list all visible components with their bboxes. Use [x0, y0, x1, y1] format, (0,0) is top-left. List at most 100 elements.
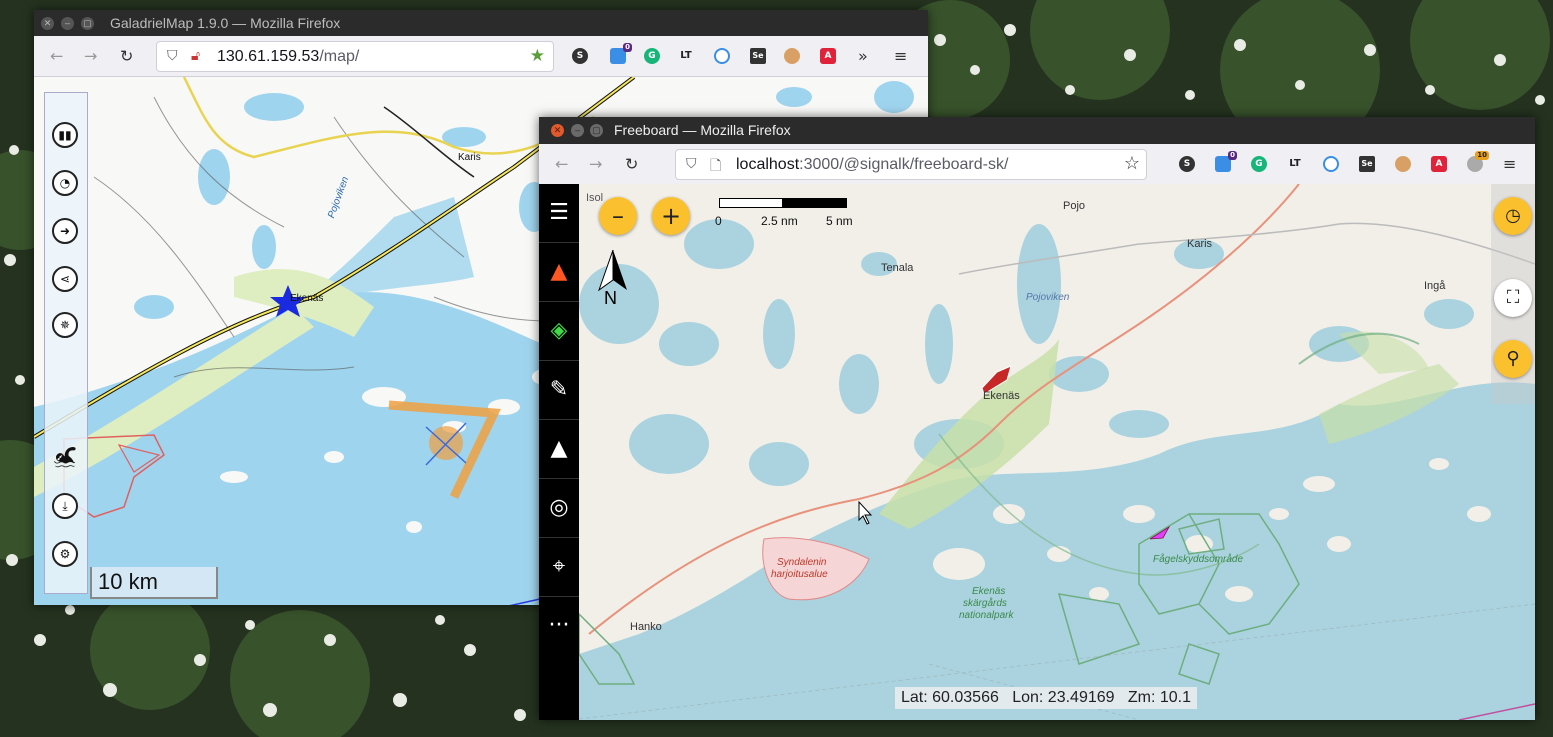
extension-monkey-icon[interactable]	[1395, 156, 1411, 172]
close-icon[interactable]: ✕	[551, 124, 564, 137]
reload-icon[interactable]: ↻	[625, 155, 638, 174]
map-label-isol: Isol	[586, 192, 604, 204]
desktop: ✕ – ▢ GaladrielMap 1.9.0 — Mozilla Firef…	[0, 0, 1553, 737]
navigation-arrow-icon[interactable]: ▲	[539, 420, 579, 479]
freeboard-toolbar: ← → ↻ ⛉ 🗋︎ localhost:3000/@signalk/freeb…	[539, 144, 1535, 185]
extension-monkey-icon[interactable]	[784, 48, 800, 64]
extension-badge: 0	[623, 43, 632, 52]
map-label-hanko: Hanko	[630, 621, 662, 633]
scale-tick-1: 2.5 nm	[761, 214, 798, 228]
url-text[interactable]: localhost:3000/@signalk/freeboard-sk/	[736, 156, 1008, 174]
extension-notify-icon[interactable]: 0	[1215, 151, 1237, 172]
focus-screen-icon[interactable]: ⌖	[539, 538, 579, 597]
forward-icon[interactable]: →	[84, 47, 97, 66]
zoom-in-button[interactable]: +	[652, 197, 690, 235]
insecure-lock-icon[interactable]: 🔓︎	[191, 47, 200, 64]
layers-icon[interactable]: ▮▮	[52, 122, 78, 148]
maximize-icon[interactable]: ▢	[590, 124, 603, 137]
galadriel-titlebar[interactable]: ✕ – ▢ GaladrielMap 1.9.0 — Mozilla Firef…	[34, 10, 928, 36]
extension-a-icon[interactable]: A	[1431, 156, 1447, 172]
center-vessel-icon[interactable]: ◎	[539, 479, 579, 538]
hamburger-menu-icon[interactable]: ≡	[894, 47, 907, 66]
reload-icon[interactable]: ↻	[120, 47, 133, 66]
map-label-pojoviken: Pojoviken	[1026, 292, 1070, 303]
freeboard-titlebar[interactable]: ✕ – ▢ Freeboard — Mozilla Firefox	[539, 117, 1535, 144]
swimmer-icon[interactable]: 🏊︎	[52, 445, 77, 469]
map-label-karis: Karis	[1187, 238, 1213, 250]
map-label-ekenas: Ekenäs	[983, 390, 1020, 402]
extension-selenium-icon[interactable]: Se	[1359, 156, 1375, 172]
zoom-out-button[interactable]: –	[599, 197, 637, 235]
longitude-readout: Lon: 23.49169	[1012, 689, 1115, 706]
extension-notify-icon[interactable]: 0	[610, 43, 632, 64]
extension-s-icon[interactable]: S	[572, 48, 588, 64]
scale-tick-2: 5 nm	[826, 214, 853, 228]
fullscreen-icon[interactable]: ⛶	[1494, 279, 1532, 317]
layers-icon[interactable]: ◈	[539, 302, 579, 361]
minimize-icon[interactable]: –	[571, 124, 584, 137]
map-label-harjoitusalue: harjoitusalue	[771, 569, 828, 580]
hamburger-menu-icon[interactable]: ≡	[1503, 155, 1516, 174]
latitude-readout: Lat: 60.03566	[901, 689, 999, 706]
edit-pencil-icon[interactable]: ✎	[539, 361, 579, 420]
download-icon[interactable]: ⤓	[52, 493, 78, 519]
osm-map-graphics	[579, 184, 1535, 720]
bookmark-star-icon[interactable]: ★	[530, 46, 545, 66]
map-label-karis: Karis	[458, 152, 481, 163]
map-label-skargards: skärgårds	[963, 598, 1007, 609]
alarm-warning-icon[interactable]: ▲	[539, 243, 579, 302]
page-icon[interactable]: 🗋︎	[710, 155, 721, 179]
map-label-tenala: Tenala	[881, 262, 914, 274]
map-label-pojo: Pojo	[1063, 200, 1086, 212]
add-waypoint-icon[interactable]: ⚲	[1494, 340, 1532, 378]
forward-icon[interactable]: →	[589, 155, 602, 174]
extension-a-icon[interactable]: A	[820, 48, 836, 64]
extension-grammarly-icon[interactable]: G	[1251, 156, 1267, 172]
map-label-ekenas: Ekenäs	[290, 293, 324, 304]
share-icon[interactable]: ⋖	[52, 266, 78, 292]
freeboard-sidebar: ☰ ▲ ◈ ✎ ▲ ◎ ⌖ ···	[539, 184, 579, 720]
url-bar[interactable]: ⛉ 🔓︎ 130.61.159.53/map/ ★	[156, 41, 554, 72]
map-label-syndalenin: Syndalenin	[777, 557, 827, 568]
extension-s-icon[interactable]: S	[1179, 156, 1195, 172]
compass-icon[interactable]: ✵	[52, 312, 78, 338]
close-icon[interactable]: ✕	[41, 16, 54, 30]
freeboard-window: ✕ – ▢ Freeboard — Mozilla Firefox ← → ↻ …	[539, 117, 1535, 720]
url-bar[interactable]: ⛉ 🗋︎ localhost:3000/@signalk/freeboard-s…	[675, 149, 1147, 180]
scale-bar-graphic	[719, 198, 847, 208]
bookmark-star-icon[interactable]: ☆	[1124, 153, 1140, 174]
freeboard-map[interactable]: – + 0 2.5 nm 5 nm N Isol Pojo Karis Tena…	[579, 184, 1535, 720]
overflow-chevrons-icon[interactable]: »	[858, 47, 868, 66]
settings-icon[interactable]: ⚙	[52, 541, 78, 567]
extension-lt-icon[interactable]: LT	[1287, 156, 1303, 172]
scale-bar: 10 km	[90, 567, 218, 599]
scale-tick-0: 0	[715, 214, 722, 228]
position-status-bar: Lat: 60.03566 Lon: 23.49169 Zm: 10.1	[895, 687, 1198, 709]
north-label: N	[604, 288, 617, 308]
extension-circle-icon[interactable]	[1323, 156, 1339, 172]
map-label-nationalpark: nationalpark	[959, 610, 1014, 621]
maximize-icon[interactable]: ▢	[81, 16, 94, 30]
extension-circle-icon[interactable]	[714, 48, 730, 64]
shield-icon[interactable]: ⛉	[686, 155, 697, 172]
url-text[interactable]: 130.61.159.53/map/	[217, 48, 359, 66]
galadriel-toolbar: ← → ↻ ⛉ 🔓︎ 130.61.159.53/map/ ★ S 0 G LT…	[34, 36, 928, 77]
window-title: GaladrielMap 1.9.0 — Mozilla Firefox	[110, 15, 341, 31]
map-label-inga: Ingå	[1424, 280, 1446, 292]
window-title: Freeboard — Mozilla Firefox	[614, 122, 791, 138]
extension-lt-icon[interactable]: LT	[678, 48, 694, 64]
back-icon[interactable]: ←	[555, 155, 568, 174]
shield-icon[interactable]: ⛉	[167, 47, 178, 64]
extension-badge: 10	[1475, 151, 1489, 160]
route-icon[interactable]: ➜	[52, 218, 78, 244]
zoom-readout: Zm: 10.1	[1127, 689, 1192, 706]
dashboard-icon[interactable]: ◔	[52, 170, 78, 196]
history-timer-icon[interactable]: ◷	[1494, 197, 1532, 235]
extension-counter-icon[interactable]: 10	[1467, 151, 1489, 172]
minimize-icon[interactable]: –	[61, 16, 74, 30]
back-icon[interactable]: ←	[50, 47, 63, 66]
menu-icon[interactable]: ☰	[539, 184, 579, 243]
more-options-icon[interactable]: ···	[539, 597, 579, 655]
extension-selenium-icon[interactable]: Se	[750, 48, 766, 64]
extension-grammarly-icon[interactable]: G	[644, 48, 660, 64]
